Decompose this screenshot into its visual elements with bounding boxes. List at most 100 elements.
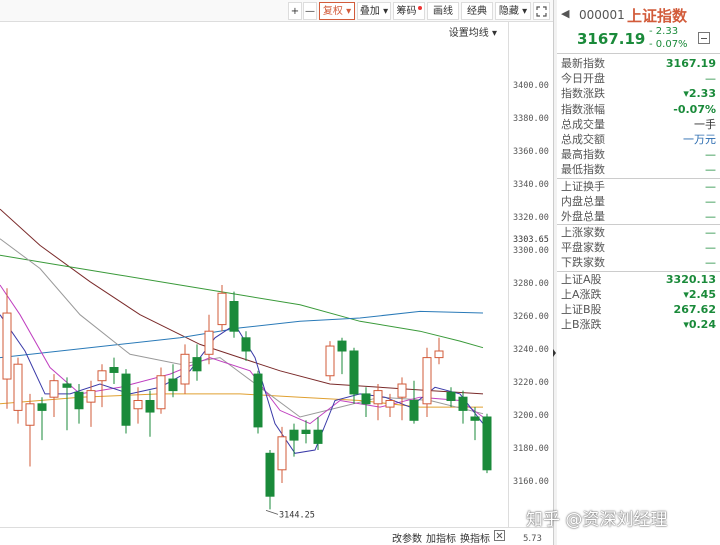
quote-value: — bbox=[705, 209, 716, 223]
switch-indicator-button[interactable]: 换指标 bbox=[460, 530, 490, 545]
quote-value: ▾2.45 bbox=[683, 287, 716, 301]
volume-axis-label: 5.73 bbox=[523, 534, 542, 544]
quote-label: 最新指数 bbox=[561, 57, 605, 70]
quote-row: 上A涨跌 ▾2.45 bbox=[557, 287, 720, 302]
candle-body bbox=[482, 416, 492, 471]
price-tick-label: 3180.00 bbox=[513, 444, 549, 454]
stock-code: 000001 bbox=[579, 8, 625, 22]
quote-row: 上证A股 3320.13 bbox=[557, 272, 720, 287]
close-indicator-icon[interactable] bbox=[494, 530, 505, 544]
edit-params-button[interactable]: 改参数 bbox=[392, 530, 422, 545]
quote-row: 平盘家数 — bbox=[557, 240, 720, 255]
price-tick-label: 3240.00 bbox=[513, 345, 549, 355]
candle-body bbox=[217, 292, 227, 326]
quote-label: 下跌家数 bbox=[561, 256, 605, 270]
quote-value: — bbox=[705, 226, 716, 240]
minimize-icon[interactable] bbox=[698, 32, 710, 44]
quote-label: 指数涨幅 bbox=[561, 102, 605, 116]
price-change: - 2.33 bbox=[649, 26, 679, 37]
quote-row: 内盘总量 — bbox=[557, 194, 720, 209]
quote-row: 上证换手 — bbox=[557, 179, 720, 194]
price-tick-label: 3340.00 bbox=[513, 180, 549, 190]
quote-row: 上B涨跌 ▾0.24 bbox=[557, 317, 720, 332]
candle-body bbox=[2, 312, 12, 380]
add-indicator-button[interactable]: 加指标 bbox=[426, 530, 456, 545]
current-price: 3167.19 bbox=[577, 30, 646, 48]
quote-row: 下跌家数 — bbox=[557, 255, 720, 270]
prev-stock-icon[interactable]: ◀ bbox=[561, 7, 569, 20]
quote-value: — bbox=[705, 256, 716, 270]
quote-row: 今日开盘 — bbox=[557, 71, 720, 86]
watermark: 知乎 @资深刘经理 bbox=[526, 510, 668, 530]
quote-label: 上A涨跌 bbox=[561, 287, 602, 301]
quote-label: 指数涨跌 bbox=[561, 87, 605, 101]
quote-value: 一手 bbox=[694, 117, 716, 131]
quote-panel: ◀ 000001 上证指数 3167.19 - 2.33 - 0.07% 最新指… bbox=[557, 0, 720, 545]
candle-body bbox=[361, 393, 371, 405]
quote-row: 上涨家数 — bbox=[557, 225, 720, 240]
quote-value: — bbox=[705, 163, 716, 177]
quote-value: — bbox=[705, 179, 716, 193]
candle-body bbox=[229, 301, 239, 332]
quote-row: 总成交额 一万元 bbox=[557, 132, 720, 147]
candle-body bbox=[97, 370, 107, 382]
quote-label: 上证A股 bbox=[561, 272, 602, 286]
candle-body bbox=[385, 400, 395, 408]
candlestick-chart: 3144.25 bbox=[0, 208, 492, 520]
candle-body bbox=[434, 350, 444, 359]
ma120-line bbox=[0, 208, 484, 395]
quote-value: ▾0.24 bbox=[683, 318, 716, 332]
quote-label: 最高指数 bbox=[561, 148, 605, 162]
candle-body bbox=[409, 400, 419, 421]
low-pointer bbox=[265, 510, 279, 515]
candle-body bbox=[253, 373, 263, 428]
quote-label: 平盘家数 bbox=[561, 241, 605, 255]
quote-label: 内盘总量 bbox=[561, 194, 605, 208]
quote-label: 外盘总量 bbox=[561, 209, 605, 223]
price-tick-label: 3160.00 bbox=[513, 477, 549, 487]
candle-body bbox=[458, 396, 468, 411]
candle-body bbox=[49, 380, 59, 398]
quote-value: — bbox=[705, 241, 716, 255]
candle-body bbox=[313, 429, 323, 444]
candle-body bbox=[289, 429, 299, 441]
quote-row: 指数涨幅 -0.07% bbox=[557, 102, 720, 117]
quote-label: 最低指数 bbox=[561, 163, 605, 177]
price-tick-label: 3260.00 bbox=[513, 312, 549, 322]
quote-row: 指数涨跌 ▾2.33 bbox=[557, 86, 720, 101]
candle-body bbox=[145, 400, 155, 413]
candle-body bbox=[349, 350, 359, 395]
ma5-line bbox=[0, 314, 484, 454]
quote-row: 最新指数 3167.19 bbox=[557, 56, 720, 71]
candle-body bbox=[156, 375, 166, 410]
quote-label: 上证B股 bbox=[561, 303, 602, 316]
price-tick-label: 3200.00 bbox=[513, 411, 549, 421]
quote-table: 最新指数 3167.19 今日开盘 — 指数涨跌 ▾2.33 指数涨幅 -0.07% 总成交量一… bbox=[557, 56, 720, 332]
candle-body bbox=[241, 337, 251, 352]
candle-body bbox=[192, 357, 202, 372]
stock-name[interactable]: 上证指数 bbox=[627, 5, 687, 26]
quote-row: 总成交量 一手 bbox=[557, 117, 720, 132]
quote-value: 267.62 bbox=[673, 303, 716, 316]
kline-chart-area[interactable]: + — 复权 ▾ 叠加 ▾ 筹码 画线 经典 隐藏 ▾ 设置均线 ▾ 3144.… bbox=[0, 0, 553, 545]
candle-body bbox=[422, 357, 432, 405]
price-tick-label: 3303.65 bbox=[513, 235, 549, 245]
price-tick-label: 3300.00 bbox=[513, 246, 549, 256]
price-change-pct: - 0.07% bbox=[649, 39, 688, 50]
quote-label: 上涨家数 bbox=[561, 226, 605, 240]
quote-row: 最高指数 — bbox=[557, 147, 720, 162]
candle-body bbox=[168, 378, 178, 392]
quote-label: 上B涨跌 bbox=[561, 318, 602, 332]
candle-body bbox=[86, 390, 96, 403]
candle-body bbox=[301, 429, 311, 435]
candle-body bbox=[74, 391, 84, 410]
quote-label: 上证换手 bbox=[561, 179, 605, 193]
candle-body bbox=[133, 400, 143, 410]
quote-value: 3167.19 bbox=[665, 57, 716, 70]
quote-label: 今日开盘 bbox=[561, 72, 605, 86]
candle-body bbox=[180, 353, 190, 385]
quote-row: 外盘总量 — bbox=[557, 209, 720, 224]
quote-row: 上证B股 267.62 bbox=[557, 302, 720, 317]
price-tick-label: 3360.00 bbox=[513, 147, 549, 157]
candle-body bbox=[446, 391, 456, 401]
